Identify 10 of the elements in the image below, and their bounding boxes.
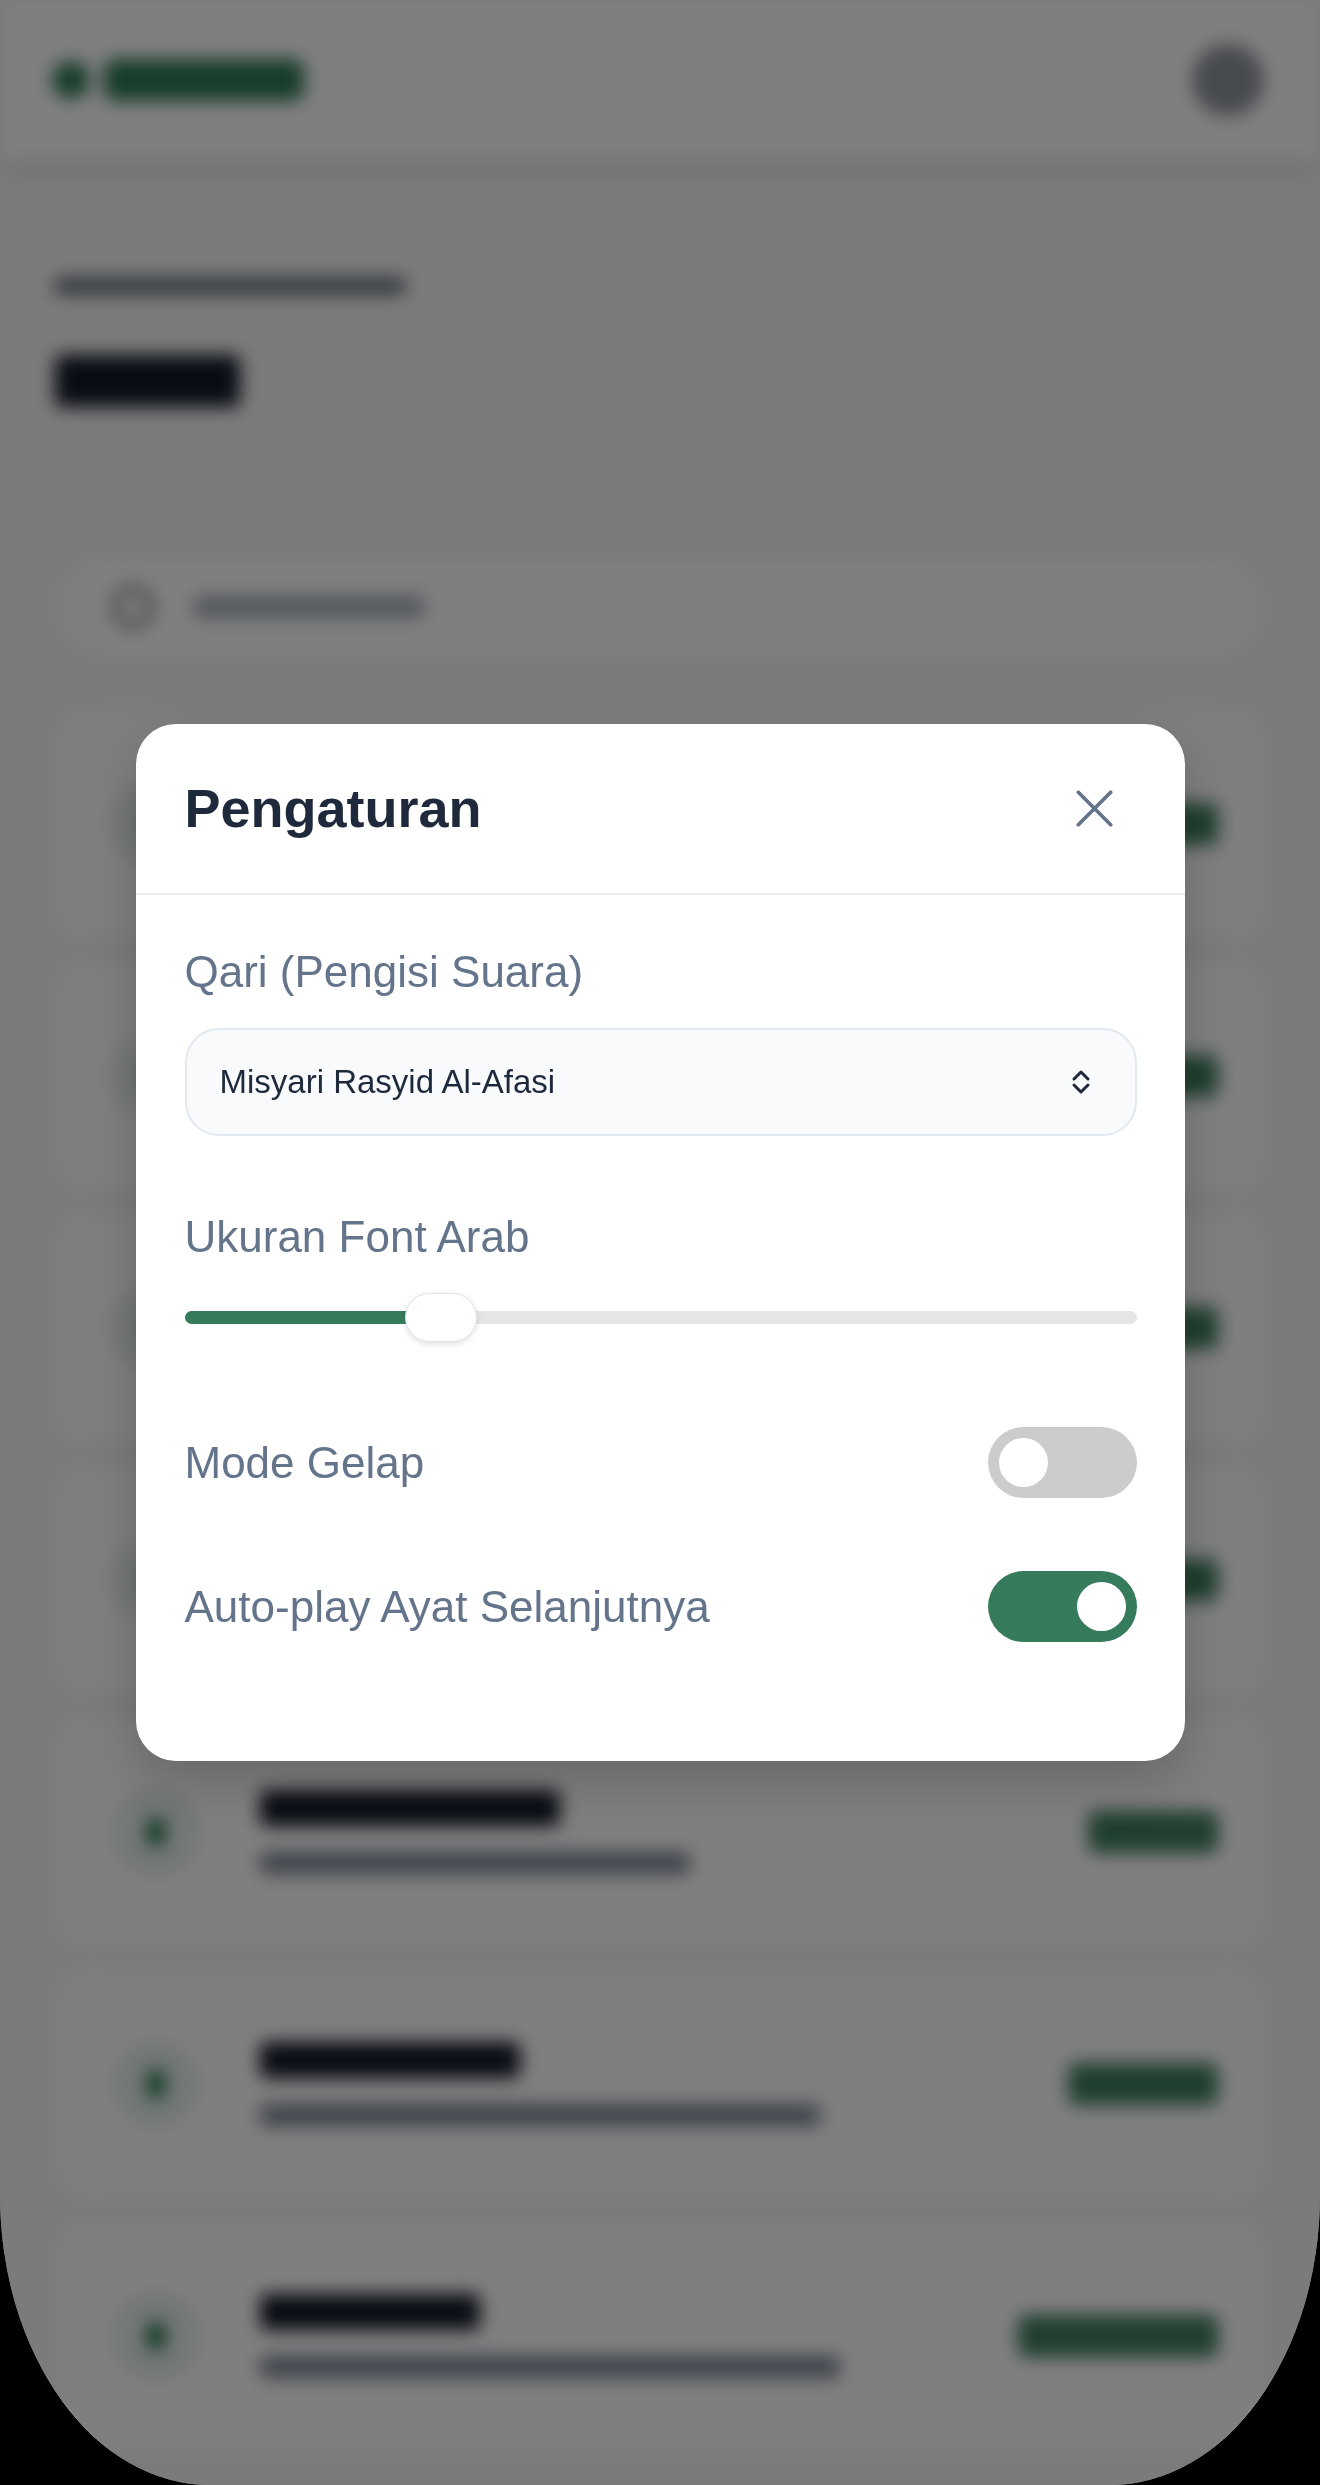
slider-track[interactable] <box>184 1293 1137 1342</box>
setting-label: Mode Gelap <box>184 1436 425 1489</box>
close-icon[interactable] <box>1076 790 1113 827</box>
dropdown-field[interactable]: Misyari Rasyid Al-Afasi <box>184 1028 1137 1136</box>
setting-label: Qari (Pengisi Suara) <box>184 946 585 998</box>
dialog-title: Pengaturan <box>184 777 482 841</box>
setting-label: Ukuran Font Arab <box>184 1211 531 1263</box>
up-down-chevron-icon <box>1070 1068 1091 1096</box>
slider-thumb[interactable] <box>404 1293 477 1342</box>
setting-label: Auto-play Ayat Selanjutnya <box>184 1580 710 1633</box>
